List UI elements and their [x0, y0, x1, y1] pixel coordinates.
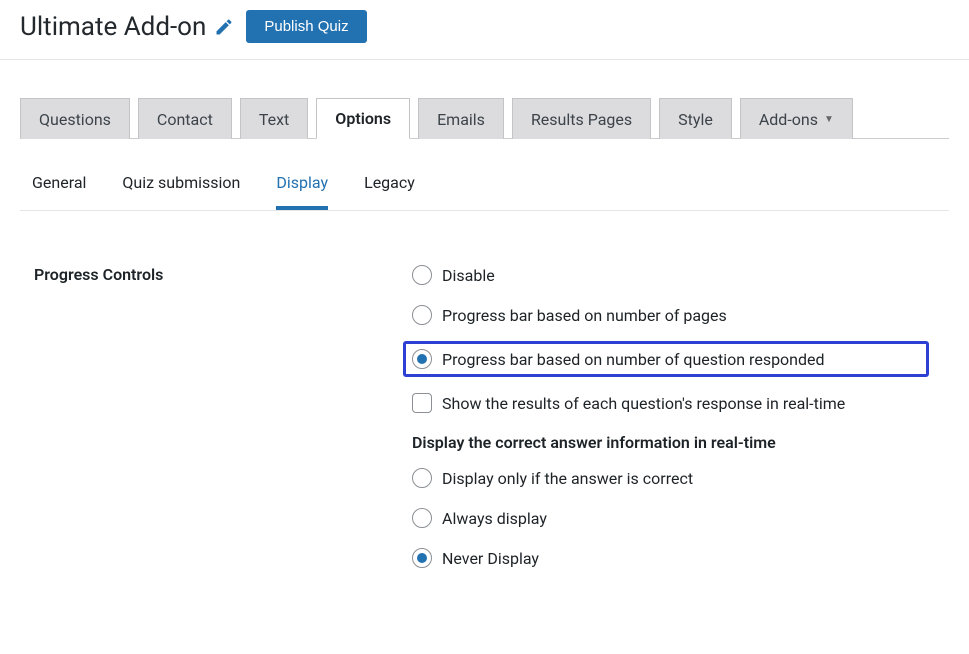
- options-column: Disable Progress bar based on number of …: [412, 265, 929, 588]
- option-label: Show the results of each question's resp…: [442, 394, 845, 413]
- chevron-down-icon: ▼: [824, 114, 834, 125]
- answer-option-correct-only[interactable]: Display only if the answer is correct: [412, 468, 929, 488]
- answer-option-always[interactable]: Always display: [412, 508, 929, 528]
- tab-text[interactable]: Text: [240, 98, 308, 139]
- radio-icon[interactable]: [412, 548, 432, 568]
- realtime-results-option[interactable]: Show the results of each question's resp…: [412, 393, 929, 413]
- radio-icon[interactable]: [412, 349, 432, 369]
- tab-questions[interactable]: Questions: [20, 98, 130, 139]
- option-label: Progress bar based on number of pages: [442, 306, 727, 325]
- checkbox-icon[interactable]: [412, 393, 432, 413]
- settings-content: Progress Controls Disable Progress bar b…: [20, 211, 949, 588]
- radio-icon[interactable]: [412, 305, 432, 325]
- progress-controls-heading: Progress Controls: [34, 265, 412, 588]
- subtab-quiz-submission[interactable]: Quiz submission: [122, 173, 240, 210]
- progress-option-disable[interactable]: Disable: [412, 265, 929, 285]
- option-label: Display only if the answer is correct: [442, 469, 693, 488]
- radio-icon[interactable]: [412, 468, 432, 488]
- option-label: Disable: [442, 266, 495, 285]
- tab-contact[interactable]: Contact: [138, 98, 232, 139]
- answer-option-never[interactable]: Never Display: [412, 548, 929, 568]
- publish-quiz-button[interactable]: Publish Quiz: [246, 10, 366, 43]
- tab-results-pages[interactable]: Results Pages: [512, 98, 651, 139]
- radio-icon[interactable]: [412, 508, 432, 528]
- radio-icon[interactable]: [412, 265, 432, 285]
- subtab-display[interactable]: Display: [276, 173, 328, 210]
- main-tabs: Questions Contact Text Options Emails Re…: [20, 98, 949, 139]
- progress-option-questions[interactable]: Progress bar based on number of question…: [403, 341, 929, 377]
- tab-emails[interactable]: Emails: [418, 98, 504, 139]
- main-tabs-wrapper: Questions Contact Text Options Emails Re…: [0, 60, 969, 588]
- sub-tabs: General Quiz submission Display Legacy: [20, 139, 949, 211]
- subtab-legacy[interactable]: Legacy: [364, 173, 415, 210]
- progress-option-pages[interactable]: Progress bar based on number of pages: [412, 305, 929, 325]
- tab-style[interactable]: Style: [659, 98, 732, 139]
- option-label: Always display: [442, 509, 547, 528]
- tab-addons[interactable]: Add-ons ▼: [740, 98, 853, 139]
- answer-info-heading: Display the correct answer information i…: [412, 433, 929, 452]
- tab-options[interactable]: Options: [316, 98, 410, 139]
- subtab-general[interactable]: General: [32, 173, 86, 210]
- page-header: Ultimate Add-on Publish Quiz: [0, 0, 969, 60]
- option-label: Progress bar based on number of question…: [442, 350, 825, 369]
- page-title: Ultimate Add-on: [20, 12, 206, 42]
- edit-title-icon[interactable]: [214, 17, 234, 37]
- option-label: Never Display: [442, 549, 539, 568]
